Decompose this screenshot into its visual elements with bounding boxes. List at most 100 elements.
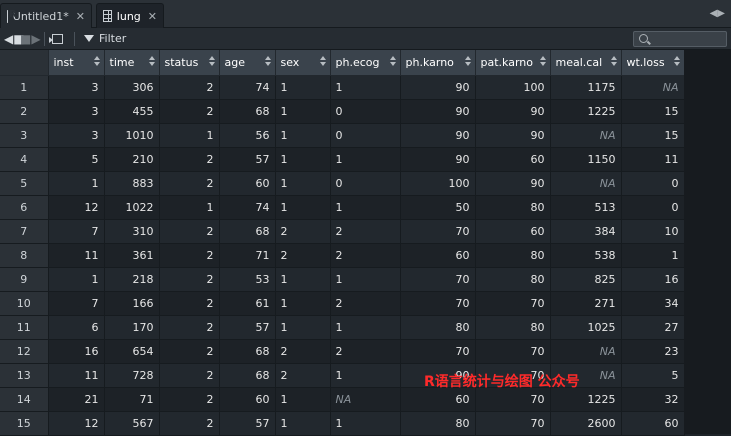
row-number: 15 — [0, 411, 49, 436]
popout-button[interactable] — [49, 31, 63, 46]
cell-status: 2 — [159, 339, 220, 364]
column-header-inst[interactable]: inst — [48, 50, 105, 76]
cell-age: 57 — [219, 315, 276, 340]
column-header-time[interactable]: time — [104, 50, 160, 76]
row-number: 6 — [0, 195, 49, 220]
cell-pat-karno: 80 — [475, 243, 551, 268]
sort-icon[interactable] — [610, 56, 617, 67]
sort-icon[interactable] — [319, 56, 326, 67]
close-icon[interactable]: ✕ — [76, 10, 85, 23]
cell-status: 2 — [159, 363, 220, 388]
cell-inst: 12 — [48, 411, 105, 436]
watermark-text: R语言统计与绘图 公众号 — [424, 374, 580, 390]
row-number: 12 — [0, 339, 49, 364]
cell-wt-loss: 10 — [621, 219, 685, 244]
toolbar-divider — [74, 32, 75, 46]
cell-meal-cal: 513 — [550, 195, 622, 220]
filter-label: Filter — [99, 32, 127, 45]
cell-ph-ecog: 2 — [330, 219, 401, 244]
cell-time: 210 — [104, 147, 160, 172]
tab-overflow-icon[interactable]: ◀▶ — [710, 8, 725, 19]
cell-ph-ecog: 0 — [330, 171, 401, 196]
table-row: 14 21 71 2 60 1 NA 60 70 1225 32 — [0, 387, 685, 412]
cell-age: 68 — [219, 99, 276, 124]
column-header-label: age — [224, 55, 246, 69]
cell-meal-cal: NA — [550, 123, 622, 148]
cell-time: 1022 — [104, 195, 160, 220]
cell-status: 2 — [159, 411, 220, 436]
search-input[interactable] — [633, 31, 727, 47]
cell-sex: 1 — [275, 267, 331, 292]
column-header-ph-karno[interactable]: ph.karno — [400, 50, 476, 76]
table-row: 15 12 567 2 57 1 1 80 70 2600 60 — [0, 411, 685, 436]
cell-pat-karno: 60 — [475, 219, 551, 244]
sort-icon[interactable] — [148, 56, 155, 67]
cell-ph-karno: 50 — [400, 195, 476, 220]
tab-untitled1[interactable]: Untitled1* ✕ — [0, 3, 92, 28]
column-header-label: sex — [280, 55, 300, 69]
cell-inst: 12 — [48, 195, 105, 220]
sort-icon[interactable] — [208, 56, 215, 67]
cell-ph-ecog: 1 — [330, 75, 401, 100]
column-header-meal-cal[interactable]: meal.cal — [550, 50, 622, 76]
column-header-sex[interactable]: sex — [275, 50, 331, 76]
cell-ph-ecog: 2 — [330, 291, 401, 316]
cell-wt-loss: 23 — [621, 339, 685, 364]
cell-pat-karno: 80 — [475, 195, 551, 220]
sort-icon[interactable] — [464, 56, 471, 67]
sort-icon[interactable] — [264, 56, 271, 67]
row-number: 1 — [0, 75, 49, 100]
table-row: 1 3 306 2 74 1 1 90 100 1175 NA — [0, 75, 685, 100]
cell-pat-karno: 90 — [475, 123, 551, 148]
cell-status: 2 — [159, 291, 220, 316]
grid-body: 1 3 306 2 74 1 1 90 100 1175 NA 2 3 455 2 68 1 0 90 90 1225 1… — [0, 75, 685, 436]
cell-time: 166 — [104, 291, 160, 316]
cell-meal-cal: 1225 — [550, 99, 622, 124]
cell-status: 2 — [159, 99, 220, 124]
cell-ph-karno: 60 — [400, 243, 476, 268]
cell-time: 310 — [104, 219, 160, 244]
forward-arrow-icon[interactable]: ■▶ — [20, 31, 41, 46]
sort-icon[interactable] — [93, 56, 100, 67]
cell-pat-karno: 80 — [475, 315, 551, 340]
funnel-icon — [84, 35, 94, 42]
cell-sex: 2 — [275, 339, 331, 364]
filter-button[interactable]: Filter — [84, 31, 126, 46]
column-header-pat-karno[interactable]: pat.karno — [475, 50, 551, 76]
column-header-age[interactable]: age — [219, 50, 276, 76]
cell-wt-loss: 27 — [621, 315, 685, 340]
cell-ph-ecog: 0 — [330, 123, 401, 148]
tab-lung[interactable]: lung ✕ — [96, 3, 164, 28]
cell-inst: 6 — [48, 315, 105, 340]
cell-time: 567 — [104, 411, 160, 436]
sort-icon[interactable] — [389, 56, 396, 67]
cell-time: 728 — [104, 363, 160, 388]
cell-age: 57 — [219, 411, 276, 436]
cell-ph-ecog: 1 — [330, 315, 401, 340]
tab-label: lung — [116, 9, 141, 23]
sort-icon[interactable] — [539, 56, 546, 67]
cell-wt-loss: 11 — [621, 147, 685, 172]
cell-status: 2 — [159, 267, 220, 292]
column-header-ph-ecog[interactable]: ph.ecog — [330, 50, 401, 76]
cell-wt-loss: 15 — [621, 123, 685, 148]
cell-meal-cal: 825 — [550, 267, 622, 292]
tab-label: Untitled1* — [12, 9, 69, 23]
cell-ph-karno: 70 — [400, 339, 476, 364]
column-header-wt-loss[interactable]: wt.loss — [621, 50, 685, 76]
editor-tab-bar: Untitled1* ✕ lung ✕ ◀▶ — [0, 0, 731, 28]
column-header-status[interactable]: status — [159, 50, 220, 76]
column-header-label: ph.ecog — [335, 55, 380, 69]
sort-icon[interactable] — [673, 56, 680, 67]
cell-inst: 3 — [48, 123, 105, 148]
cell-age: 57 — [219, 147, 276, 172]
row-number: 4 — [0, 147, 49, 172]
close-icon[interactable]: ✕ — [148, 10, 157, 23]
row-number: 3 — [0, 123, 49, 148]
cell-ph-karno: 80 — [400, 411, 476, 436]
cell-wt-loss: 1 — [621, 243, 685, 268]
cell-sex: 1 — [275, 387, 331, 412]
cell-wt-loss: 34 — [621, 291, 685, 316]
cell-ph-ecog: 2 — [330, 339, 401, 364]
cell-status: 2 — [159, 219, 220, 244]
